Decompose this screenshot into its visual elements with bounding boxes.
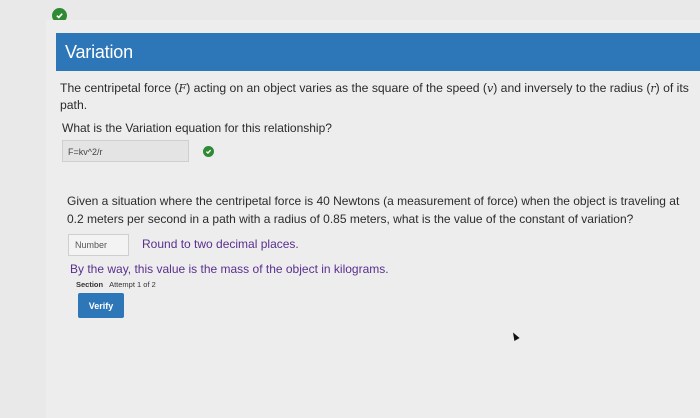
round-hint: Round to two decimal places. bbox=[142, 237, 299, 251]
section-label: Section bbox=[76, 280, 104, 289]
page-title: Variation bbox=[65, 41, 133, 62]
number-input[interactable]: Number bbox=[68, 234, 129, 256]
verify-button[interactable]: Verify bbox=[78, 293, 124, 318]
answer-field[interactable]: F=kv^2/r bbox=[62, 140, 189, 162]
section-attempt-info: Section Attempt 1 of 2 bbox=[76, 280, 156, 289]
question-1-prompt: What is the Variation equation for this … bbox=[62, 121, 332, 135]
correct-check-icon bbox=[203, 146, 214, 157]
attempt-count: Attempt 1 of 2 bbox=[109, 280, 156, 289]
section-header: Variation bbox=[56, 33, 700, 71]
question-2-text: Given a situation where the centripetal … bbox=[67, 194, 680, 226]
question-1-text: The centripetal force (F) acting on an o… bbox=[60, 81, 689, 112]
mass-note: By the way, this value is the mass of th… bbox=[70, 262, 389, 276]
